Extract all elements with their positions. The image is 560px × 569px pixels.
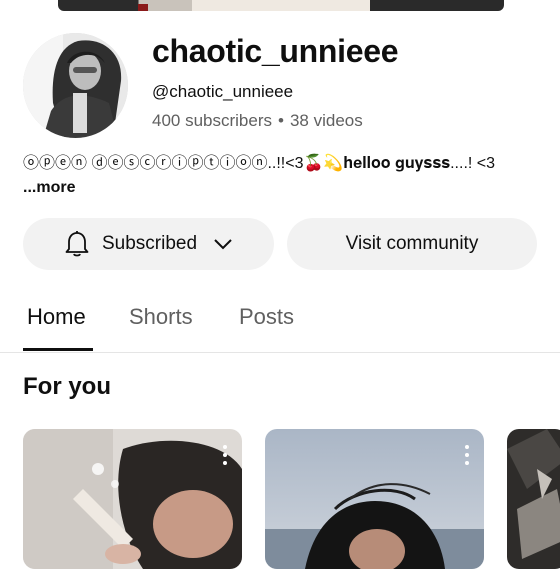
more-vert-icon[interactable]	[222, 445, 228, 465]
visit-community-label: Visit community	[345, 233, 479, 254]
more-vert-icon[interactable]	[464, 445, 470, 465]
short-thumbnail[interactable]	[265, 429, 484, 569]
chevron-down-icon	[213, 238, 233, 250]
channel-handle: @chaotic_unnieee	[152, 82, 294, 101]
stats-separator: •	[278, 111, 284, 130]
subscribed-button[interactable]: Subscribed	[23, 218, 274, 270]
short-thumbnail[interactable]	[23, 429, 242, 569]
short-thumbnail[interactable]	[507, 429, 560, 569]
section-title: For you	[23, 373, 111, 400]
subscriber-count: 400 subscribers	[152, 111, 273, 130]
bell-icon	[64, 230, 90, 258]
active-tab-indicator	[23, 348, 93, 351]
channel-stats: 400 subscribers • 38 videos	[152, 111, 363, 131]
channel-avatar[interactable]	[23, 33, 128, 138]
channel-description[interactable]: ⓞⓟⓔⓝ ⓓⓔⓢⓒⓡⓘⓟⓣⓘⓞⓝ..!!<3🍒💫𝐡𝐞𝐥𝐥𝐨𝐨 𝐠𝐮𝐲𝐬𝐬𝐬...…	[23, 152, 538, 200]
description-text: ⓞⓟⓔⓝ ⓓⓔⓢⓒⓡⓘⓟⓣⓘⓞⓝ..!!<3🍒💫𝐡𝐞𝐥𝐥𝐨𝐨 𝐠𝐮𝐲𝐬𝐬𝐬...…	[23, 155, 496, 172]
visit-community-button[interactable]: Visit community	[287, 218, 537, 270]
tab-shorts[interactable]: Shorts	[129, 304, 193, 330]
video-count: 38 videos	[289, 111, 363, 130]
tab-posts[interactable]: Posts	[239, 304, 294, 330]
description-more-link[interactable]: ...more	[23, 179, 75, 196]
channel-tabs: Home Shorts Posts	[0, 292, 560, 353]
channel-banner[interactable]	[58, 0, 504, 11]
channel-name: chaotic_unnieee	[152, 33, 399, 69]
subscribed-label: Subscribed	[101, 233, 198, 254]
tab-home[interactable]: Home	[27, 304, 86, 330]
